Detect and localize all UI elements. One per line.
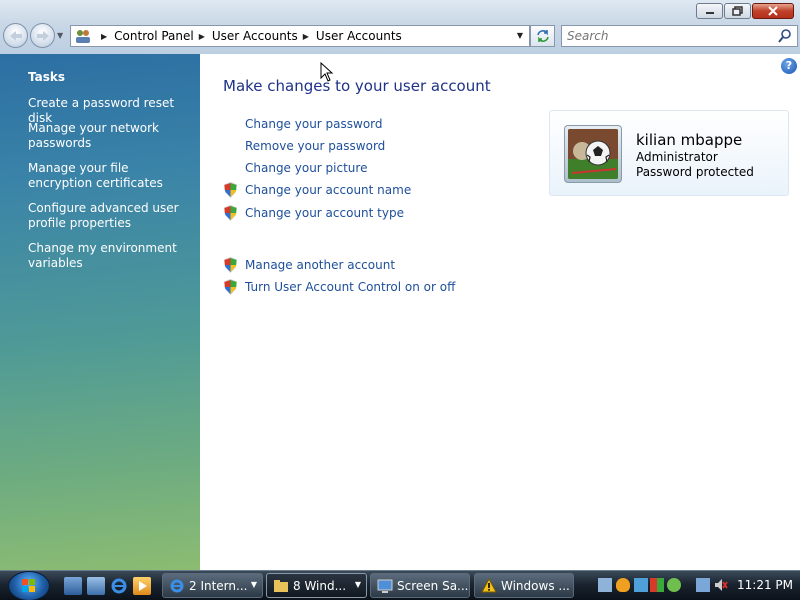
link-turn-uac-on-off[interactable]: Turn User Account Control on or off	[245, 280, 455, 294]
arrow-right-icon	[36, 30, 49, 41]
breadcrumb: ▶ Control Panel ▶ User Accounts ▶ User A…	[96, 29, 402, 43]
tray-app-icon[interactable]	[634, 578, 648, 592]
internet-explorer-icon	[170, 579, 184, 593]
search-box[interactable]	[561, 25, 798, 47]
warning-icon	[481, 578, 497, 593]
taskbar-button-screen-saver[interactable]: Screen Sa...	[370, 573, 470, 598]
folder-icon	[274, 580, 288, 592]
arrow-left-icon	[9, 30, 22, 41]
taskbar-button-label: 2 Intern...	[189, 578, 248, 593]
close-button[interactable]	[752, 3, 794, 19]
breadcrumb-control-panel[interactable]: Control Panel	[114, 29, 194, 43]
windows-logo-icon	[22, 579, 35, 592]
tray-app-icon[interactable]	[598, 578, 612, 592]
network-icon[interactable]	[696, 578, 710, 592]
internet-explorer-icon[interactable]	[110, 577, 128, 595]
uac-shield-icon	[224, 205, 237, 221]
avatar[interactable]	[564, 125, 622, 183]
search-input[interactable]	[562, 26, 767, 46]
chevron-right-icon[interactable]: ▶	[303, 32, 309, 41]
link-change-account-type[interactable]: Change your account type	[245, 206, 404, 220]
control-panel-icon	[76, 30, 90, 43]
clock[interactable]: 11:21 PM	[737, 578, 793, 592]
link-remove-password[interactable]: Remove your password	[245, 139, 385, 153]
uac-shield-icon	[224, 279, 237, 295]
user-name: kilian mbappe	[636, 131, 743, 149]
maximize-button[interactable]	[724, 3, 751, 19]
chevron-right-icon: ▶	[101, 31, 108, 41]
chevron-down-icon: ▼	[250, 580, 257, 589]
mouse-cursor-icon	[320, 62, 334, 82]
forward-button[interactable]	[30, 23, 55, 48]
taskbar-button-label: 8 Wind...	[293, 578, 347, 593]
search-icon[interactable]	[778, 29, 792, 43]
media-player-icon[interactable]	[133, 577, 151, 595]
task-manage-network-passwords[interactable]: Manage your network passwords	[28, 121, 193, 151]
link-change-account-name[interactable]: Change your account name	[245, 183, 411, 197]
minimize-icon	[705, 12, 714, 14]
task-change-environment-variables[interactable]: Change my environment variables	[28, 241, 193, 271]
refresh-icon	[536, 30, 549, 42]
chevron-down-icon: ▼	[354, 580, 361, 589]
taskbar-button-windows-warning[interactable]: Windows ...	[474, 573, 574, 598]
recent-pages-dropdown[interactable]: ▼	[57, 31, 67, 40]
task-configure-advanced-profile[interactable]: Configure advanced user profile properti…	[28, 201, 193, 231]
soccer-ball-picture	[568, 129, 618, 179]
user-password-status: Password protected	[636, 165, 754, 179]
breadcrumb-user-accounts-current[interactable]: User Accounts	[316, 29, 402, 43]
window-chrome: ▼ ▶ Control Panel ▶ User Accounts ▶ User…	[0, 0, 800, 54]
address-dropdown-icon[interactable]: ▼	[517, 31, 523, 40]
start-button[interactable]	[8, 571, 50, 600]
screen-saver-icon	[377, 579, 393, 593]
help-icon[interactable]: ?	[781, 58, 797, 74]
close-icon	[768, 6, 778, 16]
address-bar[interactable]: ▶ Control Panel ▶ User Accounts ▶ User A…	[70, 25, 530, 47]
uac-shield-icon	[224, 182, 237, 198]
task-manage-file-encryption-certificates[interactable]: Manage your file encryption certificates	[28, 161, 193, 191]
show-desktop-icon[interactable]	[64, 577, 82, 595]
taskbar: 2 Intern... ▼ 8 Wind... ▼ Screen Sa... W…	[0, 570, 800, 600]
breadcrumb-user-accounts[interactable]: User Accounts	[212, 29, 298, 43]
tasks-pane: Tasks Create a password reset disk Manag…	[0, 54, 200, 570]
security-shield-icon[interactable]	[616, 578, 630, 592]
users-icon[interactable]	[667, 578, 681, 592]
volume-muted-icon[interactable]	[714, 578, 728, 592]
user-account-card: kilian mbappe Administrator Password pro…	[549, 110, 789, 196]
taskbar-button-windows-explorer[interactable]: 8 Wind... ▼	[266, 573, 367, 598]
nav-buttons: ▼	[3, 23, 67, 48]
soccer-ball-icon	[568, 129, 618, 179]
link-manage-another-account[interactable]: Manage another account	[245, 258, 395, 272]
main-content: ? Make changes to your user account Chan…	[200, 54, 800, 570]
user-role: Administrator	[636, 150, 718, 164]
link-change-password[interactable]: Change your password	[245, 117, 383, 131]
refresh-button[interactable]	[530, 25, 555, 47]
switch-windows-icon[interactable]	[87, 577, 105, 595]
link-change-picture[interactable]: Change your picture	[245, 161, 367, 175]
minimize-button[interactable]	[696, 3, 723, 19]
maximize-icon	[731, 6, 743, 16]
tasks-title: Tasks	[28, 70, 66, 84]
taskbar-button-label: Screen Sa...	[397, 578, 469, 593]
chevron-right-icon[interactable]: ▶	[199, 32, 205, 41]
uac-shield-icon	[224, 257, 237, 273]
taskbar-button-label: Windows ...	[501, 578, 570, 593]
page-title: Make changes to your user account	[223, 77, 491, 95]
back-button[interactable]	[3, 23, 28, 48]
security-center-icon[interactable]	[650, 578, 664, 592]
window-controls	[695, 3, 794, 19]
taskbar-button-internet-explorer[interactable]: 2 Intern... ▼	[162, 573, 263, 598]
